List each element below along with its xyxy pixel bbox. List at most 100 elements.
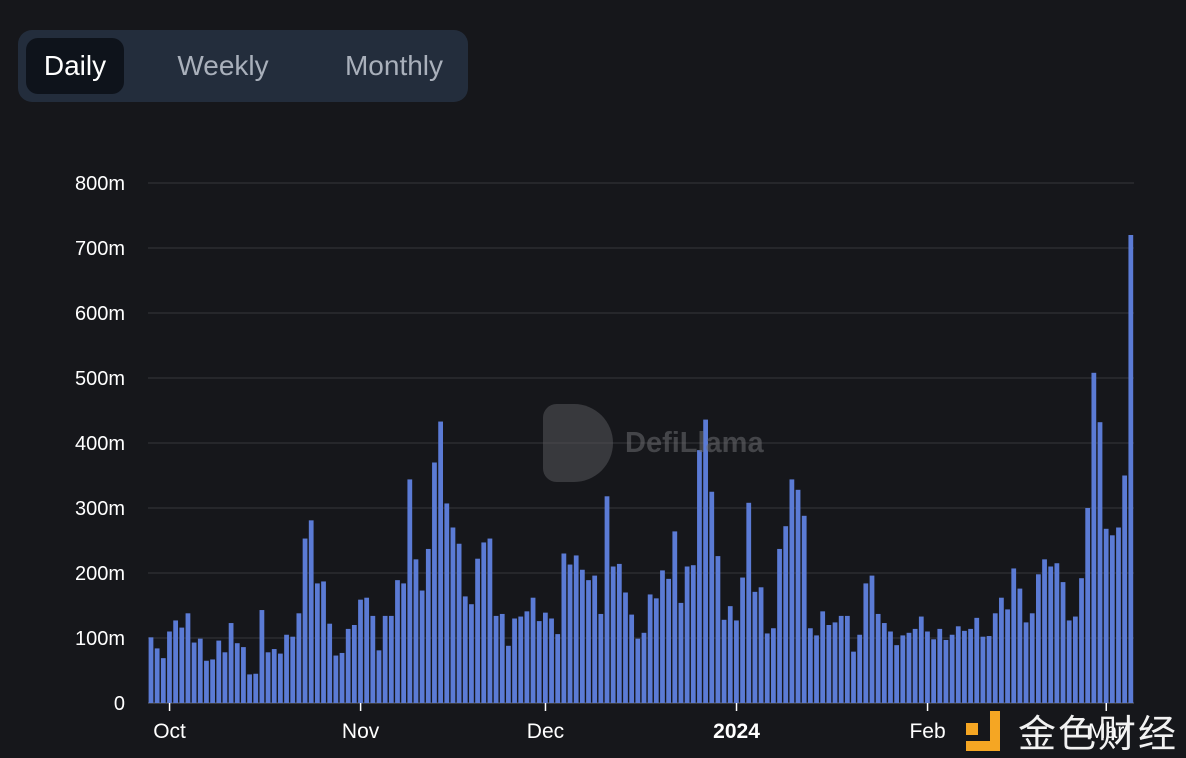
bar <box>561 553 567 703</box>
bar <box>370 615 376 703</box>
bar <box>968 628 973 703</box>
bar <box>1054 563 1060 703</box>
bar <box>475 558 480 703</box>
x-tick-label: 2024 <box>713 720 760 743</box>
bar <box>308 520 314 703</box>
bar <box>906 632 912 703</box>
bar <box>918 616 924 703</box>
bar <box>543 612 548 703</box>
bar <box>586 580 591 703</box>
x-tick-label: Feb <box>909 720 945 743</box>
source-logo-text: 金色财经 <box>1018 714 1179 756</box>
bar <box>573 555 579 703</box>
bar <box>844 615 850 703</box>
bar <box>962 630 967 703</box>
bar <box>980 636 986 703</box>
bar <box>789 479 795 703</box>
bar <box>536 621 542 703</box>
y-tick-label: 500m <box>75 368 125 390</box>
bar-chart: 0 100m 200m 300m 400m 500m 600m 700m 800m Oct Nov D… <box>75 173 1134 743</box>
bar <box>1103 528 1109 703</box>
bar <box>425 548 431 703</box>
bar <box>481 542 487 703</box>
bar <box>777 548 782 703</box>
watermark-text: DefiLlama <box>625 426 764 459</box>
bar <box>462 596 468 703</box>
bar <box>647 594 653 703</box>
bar <box>1005 609 1010 703</box>
jinse-logo-icon <box>966 710 1000 751</box>
bar <box>992 613 998 703</box>
bar <box>555 634 561 703</box>
bar <box>456 543 462 703</box>
defillama-watermark: DefiLlama <box>543 404 764 482</box>
bar <box>284 634 289 703</box>
bar <box>857 634 863 703</box>
bar <box>524 611 530 703</box>
bar <box>986 636 992 703</box>
bar <box>869 575 875 703</box>
bar <box>450 527 456 703</box>
bar <box>752 591 758 703</box>
bar <box>395 580 400 703</box>
bar <box>278 653 283 703</box>
bar <box>216 640 222 703</box>
bar <box>253 673 259 703</box>
bar <box>179 627 185 703</box>
bar <box>469 604 474 703</box>
bar <box>487 538 493 703</box>
bar <box>925 631 930 703</box>
bar <box>690 565 696 703</box>
bar <box>734 620 739 703</box>
bar <box>715 556 721 703</box>
bar <box>302 538 308 703</box>
bar <box>210 659 215 703</box>
bar <box>610 566 616 703</box>
x-tick-label: Dec <box>527 720 564 743</box>
bar <box>592 575 598 703</box>
bar <box>1072 616 1078 703</box>
bar <box>265 652 271 703</box>
bar <box>771 628 776 703</box>
bar <box>1029 613 1035 703</box>
bar <box>321 581 326 703</box>
bar <box>900 635 906 703</box>
bar <box>407 479 413 703</box>
bar <box>653 598 659 703</box>
bar <box>795 489 801 703</box>
llama-logo-icon <box>543 404 613 482</box>
bar <box>247 674 252 703</box>
y-tick-label: 100m <box>75 628 125 650</box>
bar <box>801 515 807 703</box>
bar <box>327 623 333 703</box>
bar <box>388 615 394 703</box>
bar <box>1128 235 1134 703</box>
bar <box>160 658 166 703</box>
bar <box>672 531 678 703</box>
bar <box>629 614 635 703</box>
bar <box>814 635 819 703</box>
bar <box>432 462 437 703</box>
bar <box>1011 568 1017 703</box>
bar <box>234 643 240 703</box>
bar <box>241 647 246 703</box>
bar <box>894 645 900 703</box>
bar <box>598 613 604 703</box>
bar <box>999 597 1004 703</box>
bar <box>1060 582 1066 703</box>
bar <box>567 564 573 703</box>
bar <box>339 652 345 703</box>
bar <box>697 450 702 703</box>
x-tick-label: Oct <box>153 720 186 743</box>
bar <box>512 618 517 703</box>
bar <box>881 623 887 703</box>
bar <box>678 602 684 703</box>
source-logo: 金色财经 <box>966 703 1178 758</box>
bar <box>1036 574 1041 703</box>
bar <box>401 583 407 703</box>
bar <box>623 592 628 703</box>
bar <box>382 615 388 703</box>
y-tick-label: 200m <box>75 563 125 585</box>
bar <box>1023 622 1029 703</box>
bar <box>191 642 197 703</box>
